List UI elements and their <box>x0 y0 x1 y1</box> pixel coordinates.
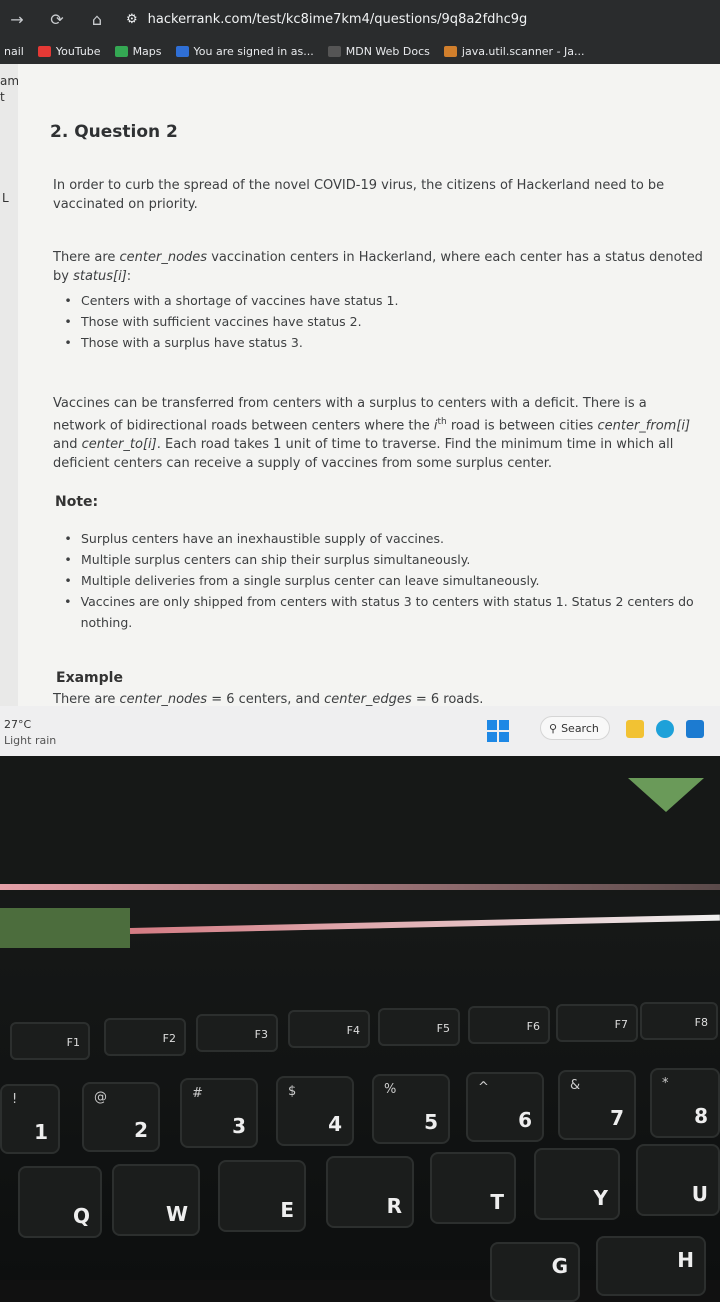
key-f4[interactable]: F4 <box>288 1010 370 1048</box>
key-f1[interactable]: F1 <box>10 1022 90 1060</box>
key-f3[interactable]: F3 <box>196 1014 278 1052</box>
taskbar: 27°C Light rain ⚲ Search <box>0 706 720 756</box>
file-explorer-icon[interactable] <box>626 720 644 738</box>
question-title: 2. Question 2 <box>50 122 178 142</box>
key-f5[interactable]: F5 <box>378 1008 460 1046</box>
example-heading: Example <box>56 670 123 686</box>
bookmark-maps[interactable]: Maps <box>114 45 162 58</box>
key-8[interactable]: * 8 <box>650 1068 720 1138</box>
sidebar-label: t <box>0 90 5 104</box>
bookmark-mdn[interactable]: MDN Web Docs <box>327 45 430 58</box>
key-t[interactable]: T <box>430 1152 516 1224</box>
key-f7[interactable]: F7 <box>556 1004 638 1042</box>
list-item: • Multiple surplus centers can ship their… <box>64 552 471 567</box>
list-item: • Those with sufficient vaccines have sta… <box>64 314 362 329</box>
list-item: • Centers with a shortage of vaccines hav… <box>64 293 399 308</box>
notes-list: • Surplus centers have an inexhaustible s… <box>63 528 720 633</box>
laptop-bezel <box>0 756 720 896</box>
key-3[interactable]: #3 <box>180 1078 258 1148</box>
key-5[interactable]: % 5 <box>372 1074 450 1144</box>
question-panel: 2. Question 2 In order to curb the sprea… <box>18 64 720 706</box>
reload-icon[interactable]: ⟳ <box>46 8 68 30</box>
search-icon: ⚲ <box>549 721 558 735</box>
key-r[interactable]: R <box>326 1156 414 1228</box>
address-bar[interactable]: ⚙ hackerrank.com/test/kc8ime7km4/questio… <box>126 12 527 27</box>
transfer-paragraph: Vaccines can be transferred from centers… <box>53 396 691 472</box>
key-6[interactable]: ^ 6 <box>466 1072 544 1142</box>
bookmark-java-scanner[interactable]: java.util.scanner - Ja... <box>443 45 585 58</box>
home-icon[interactable]: ⌂ <box>86 8 108 30</box>
mdn-icon <box>327 45 341 57</box>
hinge-reflection <box>0 884 720 890</box>
weather-condition[interactable]: Light rain <box>4 734 56 747</box>
maps-icon <box>114 45 128 57</box>
intro-paragraph: In order to curb the spread of the novel… <box>53 178 665 212</box>
status-list: • Centers with a shortage of vaccines hav… <box>63 290 398 353</box>
bookmark-youtube[interactable]: YouTube <box>37 45 101 58</box>
key-4[interactable]: $4 <box>276 1076 354 1146</box>
youtube-icon <box>37 45 51 57</box>
key-y[interactable]: Y <box>534 1148 620 1220</box>
java-icon <box>443 45 457 57</box>
key-f6[interactable]: F6 <box>468 1006 550 1044</box>
browser-toolbar: → ⟳ ⌂ ⚙ hackerrank.com/test/kc8ime7km4/q… <box>0 0 720 38</box>
sigma-icon <box>175 45 189 57</box>
list-item: • Surplus centers have an inexhaustible s… <box>64 531 444 546</box>
sidebar-label: L <box>2 191 9 205</box>
key-w[interactable]: W <box>112 1164 200 1236</box>
edge-icon[interactable] <box>656 720 674 738</box>
key-1[interactable]: ! 1 <box>0 1084 60 1154</box>
key-g[interactable]: G <box>490 1242 580 1302</box>
chevron-down-icon <box>628 778 704 812</box>
centers-paragraph: There are center_nodes vaccination cente… <box>53 250 703 284</box>
site-info-icon[interactable]: ⚙ <box>126 12 138 27</box>
bookmark-signed-in[interactable]: You are signed in as... <box>175 45 314 58</box>
key-h[interactable]: H <box>596 1236 706 1296</box>
keyboard-edge <box>129 914 720 934</box>
key-f2[interactable]: F2 <box>104 1018 186 1056</box>
forward-icon[interactable]: → <box>6 8 28 30</box>
taskbar-search[interactable]: ⚲ Search <box>540 716 610 740</box>
example-text: There are center_nodes = 6 centers, and … <box>53 692 484 706</box>
key-2[interactable]: @2 <box>82 1082 160 1152</box>
laptop-keyboard: F1 F2 F3 F4 F5 F6 F7 F8 ! 1 @2 #3 $4 % 5 ^… <box>0 756 720 1302</box>
store-icon[interactable] <box>686 720 704 738</box>
sidebar-label: am <box>0 74 20 88</box>
left-sidebar: am t L <box>0 64 19 756</box>
list-item: • Vaccines are only shipped from centers … <box>64 594 694 630</box>
key-q[interactable]: Q <box>18 1166 102 1238</box>
windows-start-icon[interactable] <box>487 720 509 742</box>
key-7[interactable]: & 7 <box>558 1070 636 1140</box>
key-e[interactable]: E <box>218 1160 306 1232</box>
bookmarks-bar: nail YouTube Maps You are signed in as..… <box>0 38 720 64</box>
key-u[interactable]: U <box>636 1144 720 1216</box>
weather-temp[interactable]: 27°C <box>4 718 31 731</box>
note-heading: Note: <box>55 494 99 510</box>
key-f8[interactable]: F8 <box>640 1002 718 1040</box>
list-item: • Multiple deliveries from a single surpl… <box>64 573 540 588</box>
hinge-light <box>0 908 130 948</box>
bookmark-mail[interactable]: nail <box>4 45 24 58</box>
list-item: • Those with a surplus have status 3. <box>64 335 303 350</box>
url-text: hackerrank.com/test/kc8ime7km4/questions… <box>147 11 528 27</box>
